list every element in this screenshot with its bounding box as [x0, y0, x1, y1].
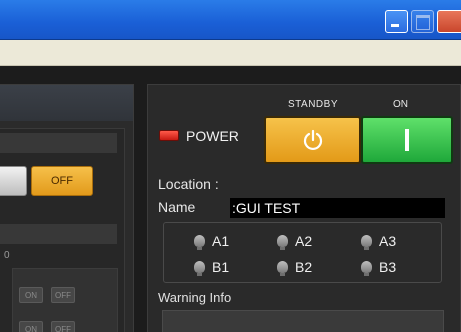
bulb-icon [194, 235, 205, 250]
mini-on-button[interactable]: ON [19, 287, 43, 303]
power-label: POWER [186, 128, 239, 144]
power-on-bar-icon [405, 129, 409, 151]
sensor-label: A2 [295, 233, 313, 249]
sensor-label: B3 [379, 259, 397, 275]
left-off-button[interactable]: OFF [31, 166, 93, 196]
sensor-b1: B1 [194, 259, 230, 276]
left-panel-field [0, 133, 117, 153]
left-on-button[interactable] [0, 166, 27, 196]
on-label: ON [393, 99, 408, 110]
menu-bar [0, 40, 461, 66]
left-panel-value: 0 [4, 250, 10, 261]
bulb-icon [361, 235, 372, 250]
mini-off-button[interactable]: OFF [51, 321, 75, 332]
minimize-icon[interactable] [385, 10, 408, 33]
left-panel-header [0, 85, 133, 121]
power-icon [303, 129, 322, 151]
left-mini-button-grid: ON OFF ON OFF [12, 268, 118, 332]
mini-off-button[interactable]: OFF [51, 287, 75, 303]
maximize-icon[interactable] [411, 10, 434, 33]
left-panel-field-2 [0, 224, 117, 244]
sensor-label: B1 [212, 259, 230, 275]
bulb-icon [194, 261, 205, 276]
bulb-icon [361, 261, 372, 276]
on-button[interactable] [361, 116, 453, 164]
sensor-a1: A1 [194, 233, 230, 250]
name-value: GUI TEST [235, 200, 301, 216]
standby-button[interactable] [264, 116, 361, 164]
sensor-label: A1 [212, 233, 230, 249]
sensor-b2: B2 [277, 259, 313, 276]
app-window: OFF 0 ON OFF ON OFF STANDBY ON POWER Loc… [0, 0, 461, 332]
title-bar [0, 0, 461, 40]
sensor-label: B2 [295, 259, 313, 275]
bulb-icon [277, 235, 288, 250]
bulb-icon [277, 261, 288, 276]
sensor-a3: A3 [361, 233, 397, 250]
mini-on-button[interactable]: ON [19, 321, 43, 332]
warning-info-label: Warning Info [158, 290, 232, 305]
name-label: Name [158, 199, 196, 215]
location-label: Location : [158, 176, 219, 192]
warning-info-box [162, 310, 444, 332]
sensor-label: A3 [379, 233, 397, 249]
close-icon[interactable] [437, 10, 461, 33]
power-led-icon [159, 130, 179, 141]
sensor-indicator-group: A1 A2 A3 B1 B2 B3 [163, 222, 442, 283]
standby-label: STANDBY [288, 99, 338, 110]
sensor-b3: B3 [361, 259, 397, 276]
name-field[interactable]: :GUI TEST [230, 198, 445, 218]
sensor-a2: A2 [277, 233, 313, 250]
